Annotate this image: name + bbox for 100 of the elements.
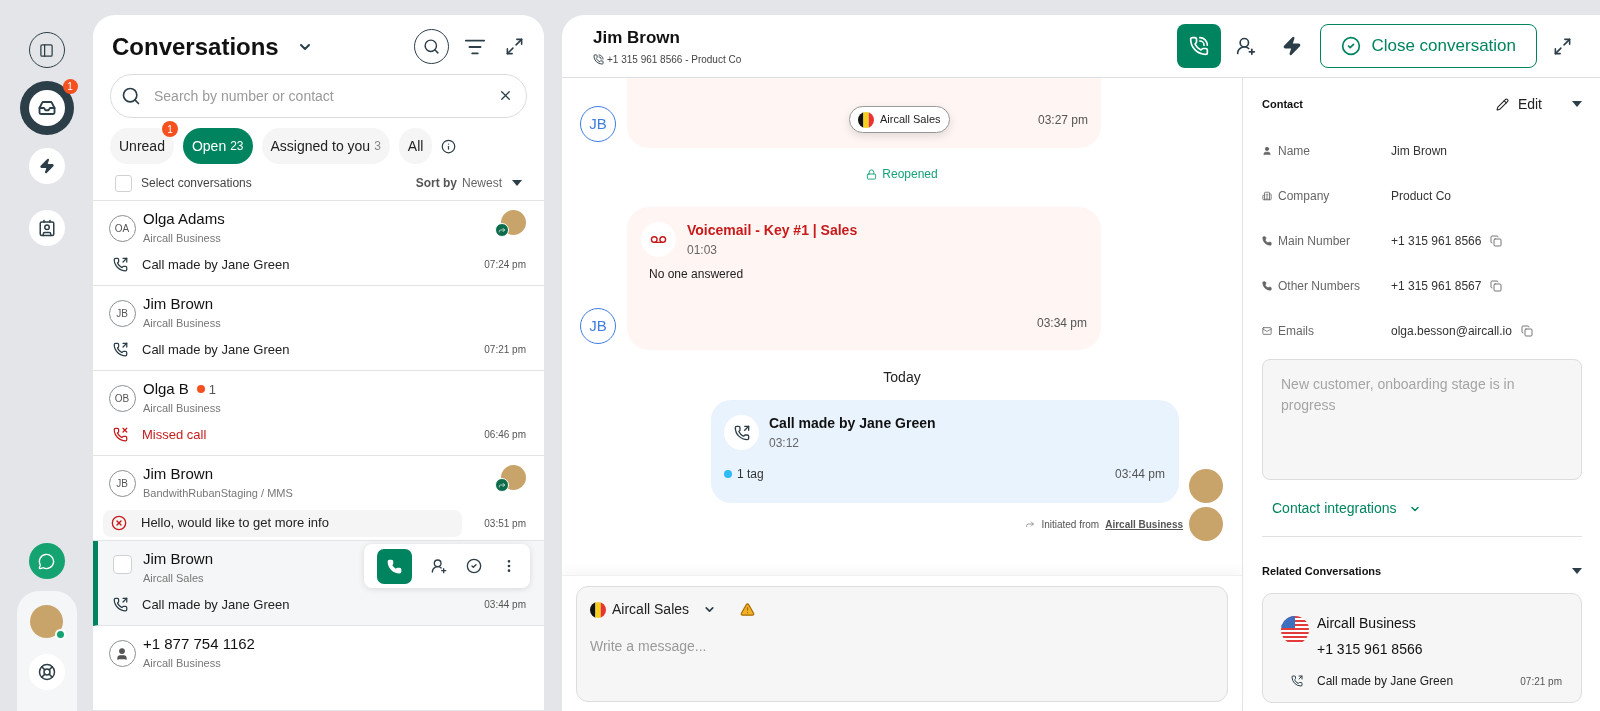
- line-name: Aircall Sales: [143, 570, 205, 585]
- composer[interactable]: Aircall Sales Write a message...: [576, 586, 1228, 702]
- date-divider: Today: [883, 368, 921, 387]
- contacts-button[interactable]: [28, 210, 65, 246]
- warning-icon: [740, 602, 756, 617]
- line-name: Aircall Business: [143, 230, 222, 245]
- assign-icon[interactable]: [1236, 36, 1257, 56]
- us-flag-icon: [1281, 616, 1309, 644]
- phone-icon: [1262, 280, 1272, 291]
- last-activity-text: Hello, would like to get more info: [141, 514, 329, 533]
- inbox-button[interactable]: [19, 81, 74, 135]
- phone-number: +1 315 961 8566: [1317, 640, 1423, 659]
- edit-button[interactable]: Edit: [1495, 93, 1542, 115]
- filter-tab[interactable]: Open 23: [182, 128, 253, 165]
- caret-icon[interactable]: [1572, 568, 1582, 574]
- mail-icon: [1262, 325, 1272, 336]
- error-icon: [111, 515, 127, 531]
- forward-arrow-icon: [1025, 519, 1036, 529]
- select-all-checkbox[interactable]: [115, 174, 132, 192]
- assign-icon[interactable]: [431, 558, 448, 574]
- contact-name: +1 877 754 1162: [143, 634, 255, 654]
- field-label: Other Numbers: [1278, 277, 1361, 295]
- belgium-flag-icon: [590, 601, 606, 618]
- outgoing-call-icon: [1291, 675, 1303, 687]
- select-label: Select conversations: [141, 175, 253, 193]
- copy-icon[interactable]: [1490, 234, 1503, 247]
- contact-name: Jim Brown: [143, 549, 213, 569]
- phone-icon: [1189, 36, 1210, 56]
- row-checkbox[interactable]: [112, 555, 132, 574]
- last-activity-text: Call made by Jane Green: [142, 340, 290, 359]
- line-chip[interactable]: Aircall Sales: [849, 106, 950, 133]
- contact-integrations-button[interactable]: Contact integrations: [1272, 498, 1421, 519]
- tag-count[interactable]: 1 tag: [737, 465, 1115, 483]
- note-field[interactable]: New customer, onboarding stage is in progress: [1262, 359, 1582, 480]
- contact-name: Jim Brown: [143, 464, 213, 484]
- user-avatar: [30, 605, 63, 638]
- line-name: Aircall Business: [143, 315, 222, 330]
- timestamp: 03:27 pm: [1037, 112, 1088, 129]
- building-icon: [1262, 190, 1272, 201]
- field-value: Product Co: [1391, 187, 1452, 205]
- filter-tab[interactable]: All: [398, 128, 433, 165]
- field-label: Company: [1278, 187, 1330, 205]
- timestamp: 07:21 pm: [1520, 674, 1562, 689]
- outgoing-call-icon: [113, 596, 128, 612]
- line-name: BandwithRubanStaging / MMS: [143, 485, 294, 500]
- timestamp: 07:21 pm: [484, 342, 526, 357]
- help-button[interactable]: [28, 654, 65, 690]
- message-input[interactable]: Write a message...: [590, 636, 1214, 657]
- timestamp: 07:24 pm: [484, 257, 526, 272]
- search-icon: [423, 38, 440, 56]
- caret-icon[interactable]: [1572, 101, 1582, 107]
- line-link[interactable]: Aircall Business: [1105, 516, 1183, 532]
- agent-avatar: [1189, 469, 1223, 503]
- call-title: Call made by Jane Green: [769, 414, 936, 433]
- line-name: Aircall Business: [143, 400, 222, 415]
- expand-icon[interactable]: [505, 37, 524, 57]
- line-selector[interactable]: Aircall Sales: [612, 599, 690, 620]
- caret-icon[interactable]: [512, 180, 522, 187]
- info-icon[interactable]: [441, 138, 457, 154]
- search-icon: [121, 86, 141, 107]
- contact-name: Olga B: [143, 379, 189, 399]
- field-value: Jim Brown: [1391, 142, 1447, 160]
- search-field[interactable]: Search by number or contact: [110, 74, 527, 119]
- contact-card-icon: [37, 219, 56, 237]
- timestamp: 03:34 pm: [1036, 315, 1087, 332]
- timestamp: 03:44 pm: [1114, 466, 1165, 483]
- outgoing-call-icon: [113, 341, 128, 357]
- outgoing-call-icon: [113, 256, 128, 272]
- related-conversation-card[interactable]: Aircall Business +1 315 961 8566 Call made by Jane Green 07:21 pm: [1262, 593, 1582, 703]
- section-title: Contact: [1262, 96, 1304, 112]
- sidebar-icon: [39, 42, 54, 58]
- agent-avatar: [1189, 507, 1223, 541]
- filter-tab[interactable]: Assigned to you 3: [261, 128, 390, 165]
- expand-icon[interactable]: [1553, 36, 1572, 56]
- unread-count: 1: [208, 380, 217, 399]
- duration: 03:12: [769, 435, 801, 452]
- pencil-icon: [1495, 97, 1509, 111]
- contact-name: Jim Brown: [593, 26, 681, 49]
- close-conversation-button[interactable]: Close conversation: [1320, 24, 1537, 68]
- call-button[interactable]: [1177, 24, 1222, 68]
- last-activity-text: Call made by Jane Green: [142, 595, 290, 614]
- chat-bubble-icon: [38, 552, 55, 570]
- sort-value[interactable]: Newest: [462, 174, 502, 193]
- phone-icon: [387, 558, 403, 574]
- field-label: Main Number: [1278, 232, 1351, 250]
- last-activity-text: Missed call: [142, 425, 207, 444]
- inbox-icon: [37, 99, 56, 117]
- line-name: Aircall Business: [143, 655, 222, 670]
- conversation-item[interactable]: Jim Brown Aircall Sales Call made by Jane Green 03:44 pm: [93, 541, 544, 626]
- lock-icon: [866, 168, 878, 180]
- online-status-icon: [55, 629, 66, 640]
- belgium-flag-icon: [858, 111, 874, 128]
- copy-icon[interactable]: [1490, 279, 1503, 292]
- lifebuoy-icon: [37, 663, 56, 681]
- last-activity-text: Call made by Jane Green: [142, 255, 290, 274]
- copy-icon[interactable]: [1520, 324, 1533, 337]
- field-label: Name: [1278, 142, 1310, 160]
- voicemail-title: Voicemail - Key #1 | Sales: [687, 221, 858, 240]
- contact-name: Jim Brown: [143, 294, 213, 314]
- call-button[interactable]: [377, 548, 413, 584]
